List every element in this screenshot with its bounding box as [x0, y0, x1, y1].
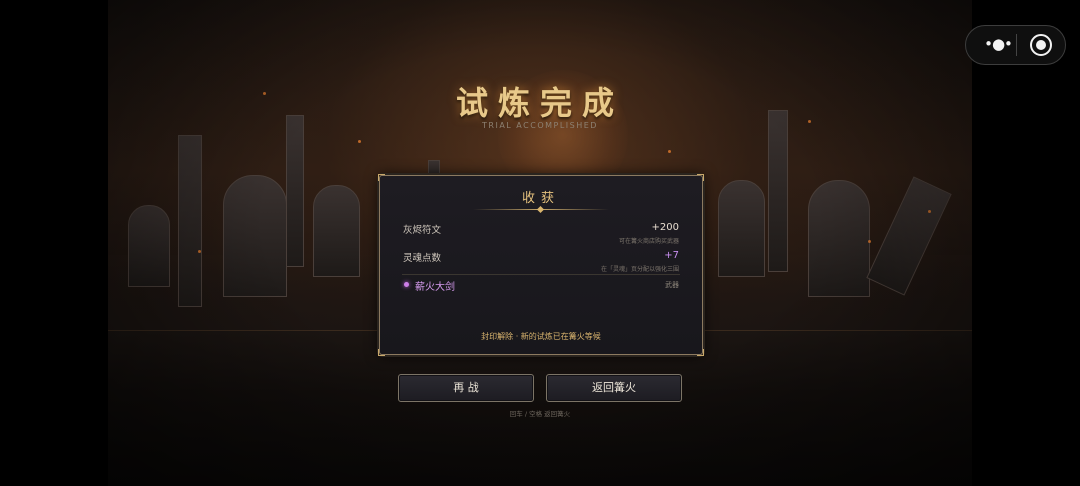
rewards-heading: 收获 — [521, 191, 560, 206]
reward-label-souls: 灵魂点数 — [403, 253, 442, 264]
panel-corner — [697, 349, 704, 356]
panel-corner — [378, 349, 385, 356]
page-subtitle: TRIAL ACCOMPLISHED — [482, 121, 598, 130]
record-circle-icon[interactable] — [1030, 34, 1052, 56]
more-dots-icon[interactable]: •●• — [980, 37, 1016, 53]
dot — [1036, 40, 1046, 50]
reward-note-runes: 可在篝火商店购买武器 — [618, 238, 679, 245]
rewards-panel: 收获 灰烬符文 +200 可在篝火商店购买武器 灵魂点数 +7 在「灵魂」页分配… — [378, 174, 704, 356]
reward-note-souls: 在「灵魂」页分配以强化三围 — [600, 266, 679, 273]
keyboard-hint: 回车 / 空格 返回篝火 — [509, 410, 571, 418]
capsule-divider — [1016, 34, 1017, 56]
reward-value-runes: +200 — [651, 222, 679, 233]
return-to-bonfire-button[interactable]: 返回篝火 — [546, 374, 682, 402]
panel-corner — [697, 174, 704, 181]
panel-corner — [378, 174, 385, 181]
reward-label-runes: 灰烬符文 — [403, 225, 442, 236]
reward-item-name: 薪火大剑 — [415, 282, 455, 293]
row-divider — [402, 274, 680, 275]
panel-footer-message: 封印解除 · 新的试炼已在篝火等候 — [481, 332, 601, 341]
page-title: 试炼完成 — [455, 84, 624, 122]
diamond-ornament-icon — [536, 205, 545, 214]
rarity-dot-icon — [404, 282, 409, 287]
retry-button[interactable]: 再 战 — [398, 374, 534, 402]
reward-value-souls: +7 — [664, 250, 679, 261]
mini-program-capsule: •●• — [965, 25, 1066, 65]
reward-item-type: 武器 — [665, 281, 679, 289]
